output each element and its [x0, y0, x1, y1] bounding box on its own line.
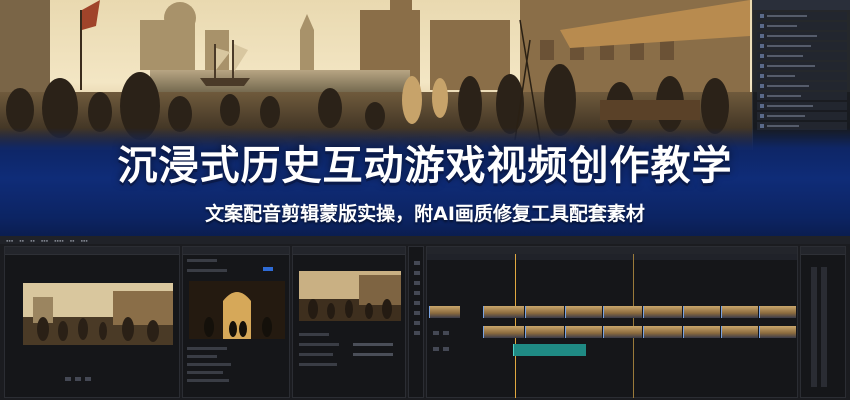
- layers-panel-header: [753, 0, 850, 10]
- audio-level-bar: [821, 267, 827, 387]
- menu-item[interactable]: ▪▪: [19, 238, 24, 243]
- track-toggle-icon[interactable]: [433, 331, 439, 335]
- menu-bar: ▪▪▪ ▪▪ ▪▪ ▪▪▪ ▪▪▪▪ ▪▪ ▪▪▪: [0, 236, 850, 244]
- track-toggle-icon[interactable]: [433, 347, 439, 351]
- audio-level-bar: [811, 267, 817, 387]
- video-clip[interactable]: [721, 306, 758, 318]
- video-clip[interactable]: [525, 306, 564, 318]
- layer-row[interactable]: [757, 11, 847, 20]
- audio-track: [427, 343, 799, 357]
- step-button[interactable]: [75, 377, 81, 381]
- source-monitor-panel: [4, 246, 180, 398]
- effect-preview: [189, 281, 285, 339]
- audio-meter-panel: [800, 246, 846, 398]
- panel-header: [293, 247, 405, 255]
- play-button[interactable]: [65, 377, 71, 381]
- video-editor: ▪▪▪ ▪▪ ▪▪ ▪▪▪ ▪▪▪▪ ▪▪ ▪▪▪: [0, 236, 850, 400]
- video-clip[interactable]: [721, 326, 758, 338]
- video-clip[interactable]: [759, 306, 796, 318]
- page-title: 沉浸式历史互动游戏视频创作教学: [117, 143, 733, 189]
- layer-row[interactable]: [757, 81, 847, 90]
- audio-clip[interactable]: [513, 344, 586, 356]
- type-tool-icon[interactable]: [414, 331, 420, 335]
- track-toggle-icon[interactable]: [443, 347, 449, 351]
- toggle[interactable]: [263, 267, 273, 271]
- video-clip[interactable]: [603, 306, 642, 318]
- hand-tool-icon[interactable]: [414, 321, 420, 325]
- video-clip[interactable]: [683, 326, 720, 338]
- video-clip[interactable]: [429, 306, 460, 318]
- menu-item[interactable]: ▪▪▪: [41, 238, 48, 243]
- layer-row[interactable]: [757, 41, 847, 50]
- video-clip[interactable]: [565, 326, 602, 338]
- layer-row[interactable]: [757, 51, 847, 60]
- video-track: [427, 305, 799, 319]
- banner-image: 沉浸式历史互动游戏视频创作教学 文案配音剪辑蒙版实操，附AI画质修复工具配套素材…: [0, 0, 850, 400]
- pen-tool-icon[interactable]: [414, 311, 420, 315]
- program-preview: [299, 271, 401, 321]
- layer-row[interactable]: [757, 111, 847, 120]
- tools-panel: [408, 246, 424, 398]
- video-clip[interactable]: [483, 326, 524, 338]
- video-clip[interactable]: [643, 306, 682, 318]
- menu-item[interactable]: ▪▪▪: [81, 238, 88, 243]
- selection-tool-icon[interactable]: [414, 261, 420, 265]
- razor-tool-icon[interactable]: [414, 291, 420, 295]
- menu-item[interactable]: ▪▪▪: [6, 238, 13, 243]
- program-monitor-panel: [292, 246, 406, 398]
- panel-header: [801, 247, 845, 255]
- video-clip[interactable]: [525, 326, 564, 338]
- track-select-tool-icon[interactable]: [414, 271, 420, 275]
- panel-header: [183, 247, 289, 255]
- slip-tool-icon[interactable]: [414, 301, 420, 305]
- video-clip[interactable]: [643, 326, 682, 338]
- video-clip[interactable]: [603, 326, 642, 338]
- layer-row[interactable]: [757, 71, 847, 80]
- layer-row[interactable]: [757, 61, 847, 70]
- ripple-edit-tool-icon[interactable]: [414, 281, 420, 285]
- video-clip[interactable]: [683, 306, 720, 318]
- track-toggle-icon[interactable]: [443, 331, 449, 335]
- time-ruler[interactable]: [427, 254, 797, 260]
- video-clip[interactable]: [483, 306, 524, 318]
- layer-row[interactable]: [757, 101, 847, 110]
- page-subtitle: 文案配音剪辑蒙版实操，附AI画质修复工具配套素材: [205, 203, 645, 225]
- source-preview: [23, 283, 173, 345]
- menu-item[interactable]: ▪▪▪▪: [54, 238, 64, 243]
- layer-row[interactable]: [757, 91, 847, 100]
- panel-header: [5, 247, 179, 255]
- layer-row[interactable]: [757, 21, 847, 30]
- video-clip[interactable]: [759, 326, 796, 338]
- video-track-2: [427, 325, 799, 339]
- video-clip[interactable]: [565, 306, 602, 318]
- timeline-panel: [426, 246, 798, 398]
- layer-row[interactable]: [757, 31, 847, 40]
- menu-item[interactable]: ▪▪: [30, 238, 35, 243]
- step-button[interactable]: [85, 377, 91, 381]
- menu-item[interactable]: ▪▪: [70, 238, 75, 243]
- effect-controls-panel: [182, 246, 290, 398]
